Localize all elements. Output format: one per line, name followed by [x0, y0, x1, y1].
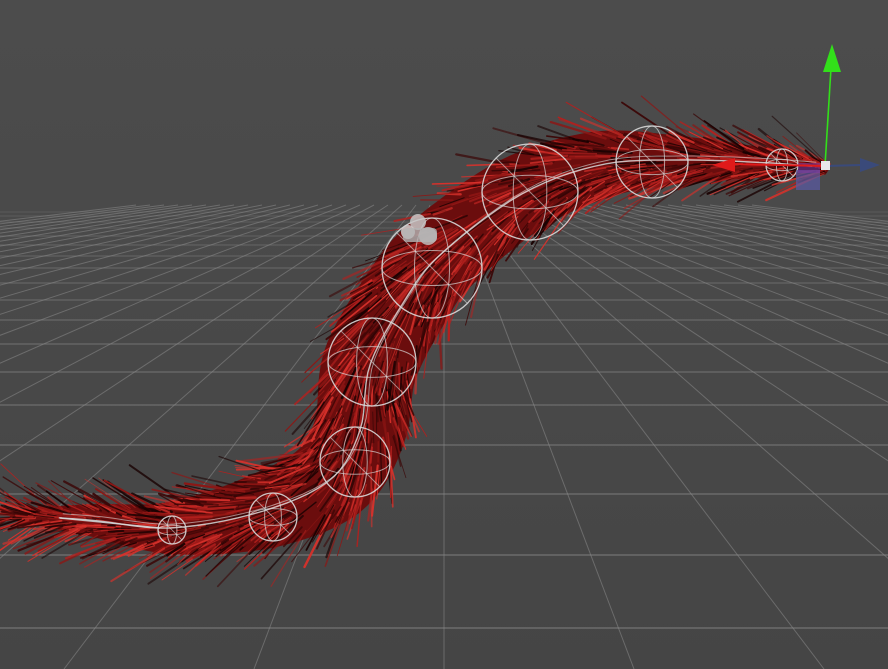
fur-strand: [235, 496, 257, 500]
scene-viewport[interactable]: [0, 0, 888, 669]
gizmo-plane-handle[interactable]: [798, 163, 820, 173]
move-tool-icon[interactable]: [821, 161, 830, 170]
fur-strand: [176, 515, 213, 519]
fur-strand: [249, 487, 266, 491]
scene-canvas[interactable]: [0, 0, 888, 669]
fur-strand: [107, 529, 125, 533]
fur-strand: [515, 163, 553, 167]
fur-strand: [379, 370, 384, 389]
